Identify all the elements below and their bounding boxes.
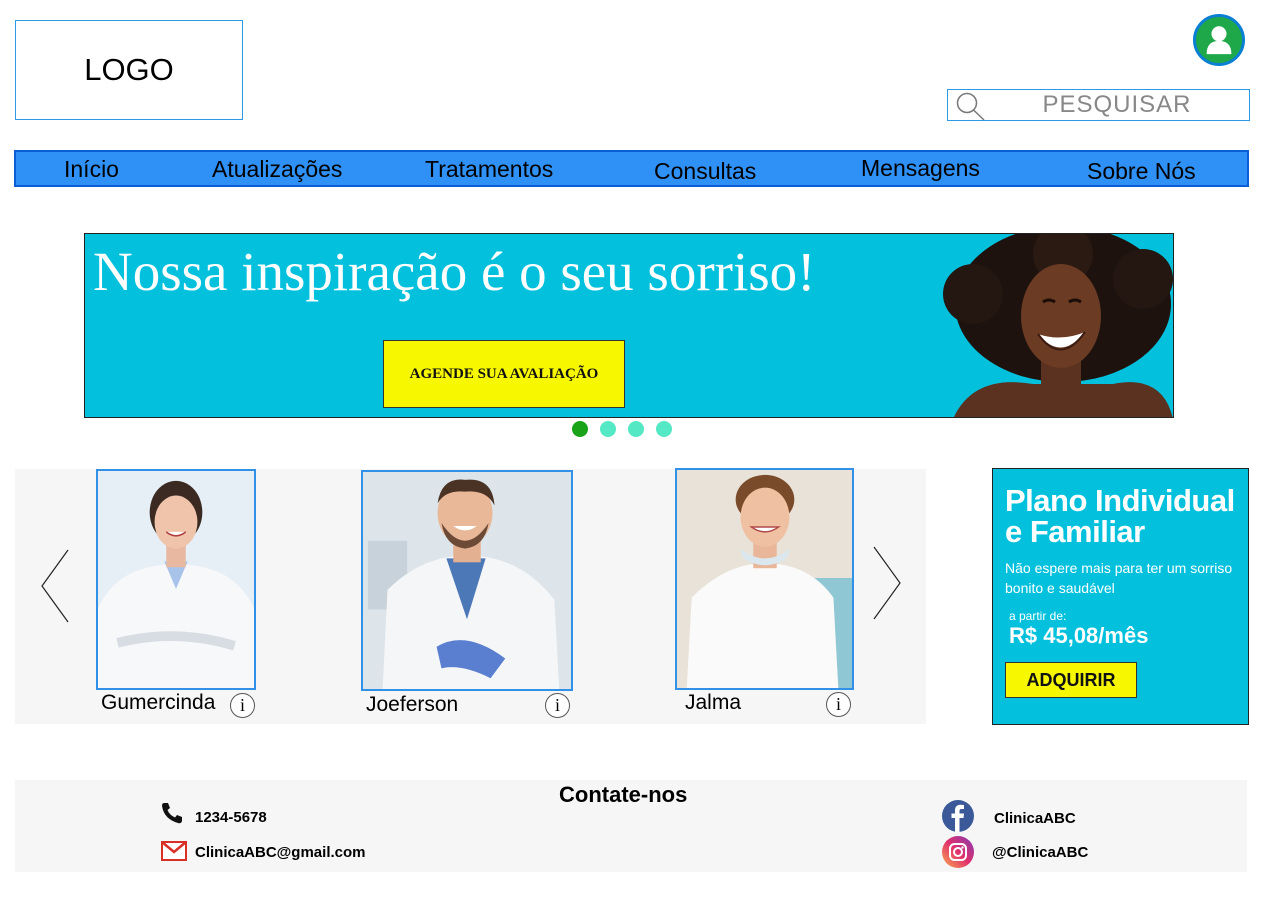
mail-icon [161,841,187,861]
nav-item-atualizacoes[interactable]: Atualizações [212,156,342,183]
chevron-right-icon[interactable] [872,545,902,621]
banner-woman-photo [943,234,1173,417]
contact-phone[interactable]: 1234-5678 [195,809,267,826]
team-carousel: Gumercinda i Joeferson i Jalma i [15,468,926,724]
facebook-icon[interactable] [942,800,974,832]
team-photo-joeferson[interactable] [361,470,573,691]
slide-dot-2[interactable] [600,421,616,437]
team-name-joeferson: Joeferson [366,693,459,716]
search-bar[interactable] [947,89,1250,121]
info-icon[interactable]: i [230,693,255,718]
plan-from-label: a partir de: [1009,609,1067,623]
logo-text: LOGO [84,52,174,87]
main-nav: Início Atualizações Tratamentos Consulta… [14,150,1249,187]
info-icon[interactable]: i [826,692,851,717]
team-photo-gumercinda[interactable] [96,469,256,690]
nav-item-sobre-nos[interactable]: Sobre Nós [1087,158,1196,185]
instagram-icon[interactable] [942,836,974,868]
hero-banner: Nossa inspiração é o seu sorriso! AGENDE… [84,233,1174,418]
nav-item-consultas[interactable]: Consultas [654,158,756,185]
user-icon[interactable] [1193,14,1245,66]
team-name-gumercinda: Gumercinda [101,691,216,714]
team-photo-jalma[interactable] [675,468,854,690]
chevron-left-icon[interactable] [40,548,70,624]
plan-promo: Plano Individual e Familiar Não espere m… [992,468,1249,725]
contact-title: Contate-nos [559,782,688,807]
phone-icon [162,803,182,824]
team-name-jalma: Jalma [685,691,742,714]
schedule-evaluation-button[interactable]: AGENDE SUA AVALIAÇÃO [383,340,625,408]
plan-price: R$ 45,08/mês [1009,623,1149,648]
nav-item-tratamentos[interactable]: Tratamentos [425,156,553,183]
plan-description: Não espere mais para ter um sorriso boni… [1005,560,1233,596]
logo[interactable]: LOGO [15,20,243,120]
search-icon[interactable] [955,91,987,121]
contact-email[interactable]: ClinicaABC@gmail.com [195,844,366,861]
banner-title: Nossa inspiração é o seu sorriso! [93,241,816,302]
contact-instagram[interactable]: @ClinicaABC [992,844,1088,861]
nav-item-mensagens[interactable]: Mensagens [861,155,980,182]
banner-slide-indicators [572,421,672,437]
search-input[interactable] [992,90,1242,120]
slide-dot-1[interactable] [572,421,588,437]
info-icon[interactable]: i [545,693,570,718]
slide-dot-3[interactable] [628,421,644,437]
plan-title: Plano Individual e Familiar [1005,483,1235,549]
contact-section: Contate-nos 1234-5678 ClinicaABC@gmail.c… [15,780,1247,872]
buy-plan-button[interactable]: ADQUIRIR [1005,662,1137,698]
slide-dot-4[interactable] [656,421,672,437]
nav-item-inicio[interactable]: Início [64,156,119,183]
contact-facebook[interactable]: ClinicaABC [994,810,1076,827]
